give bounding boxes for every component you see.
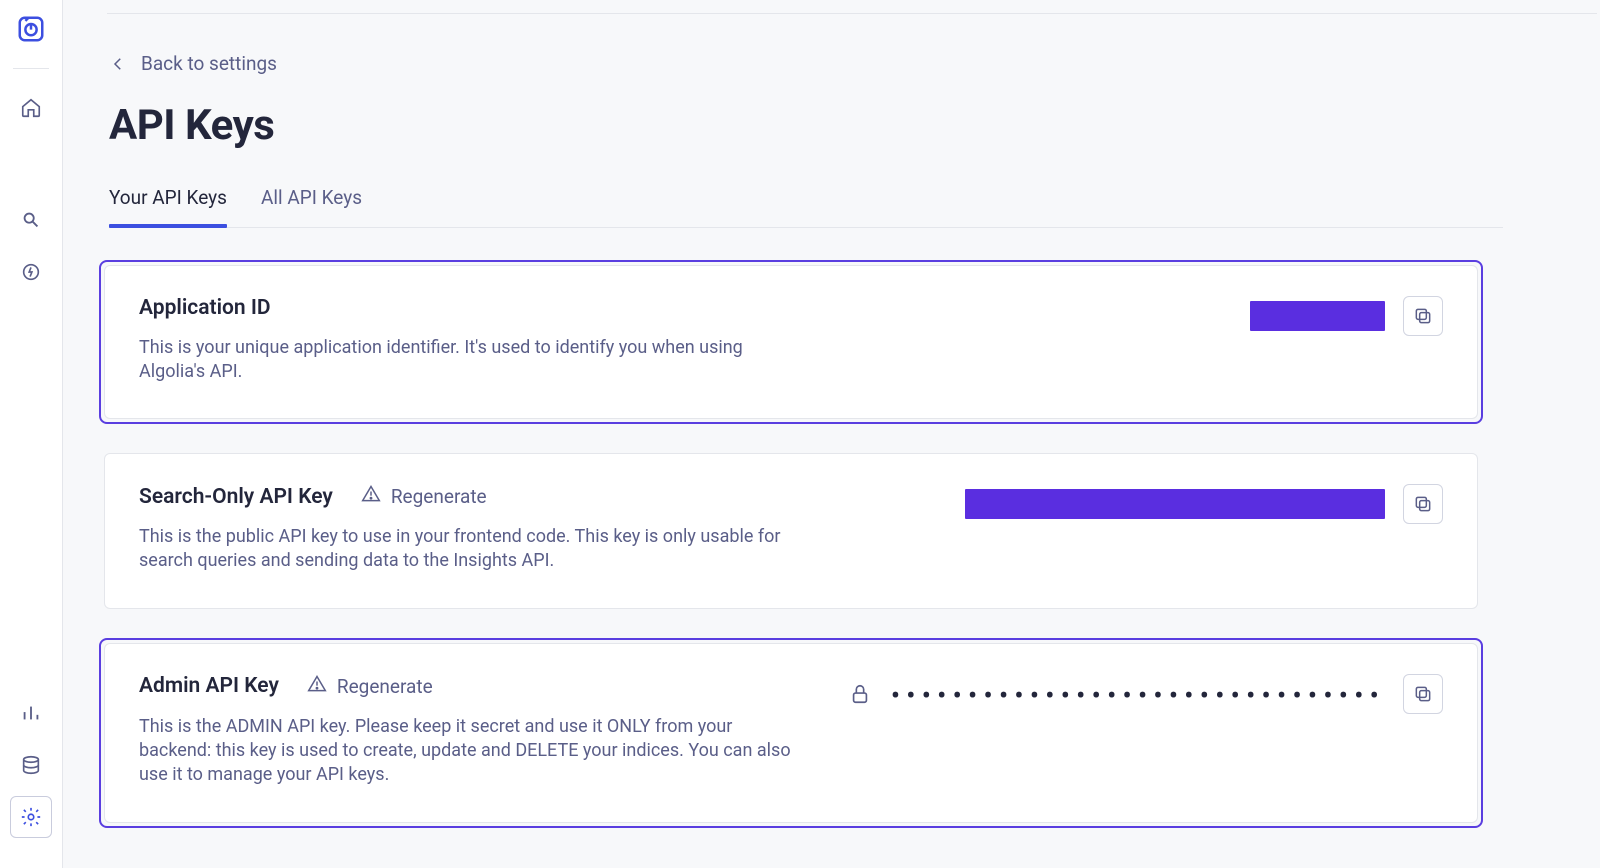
- sidebar: [0, 0, 63, 868]
- sidebar-item-analytics[interactable]: [10, 692, 52, 734]
- card-description: This is the public API key to use in you…: [139, 525, 809, 574]
- algolia-logo[interactable]: [16, 14, 46, 44]
- main-content: Back to settings API Keys Your API Keys …: [63, 0, 1600, 868]
- sidebar-item-search[interactable]: [10, 199, 52, 241]
- card-search-only-api-key: Search-Only API Key Regenerate This is t…: [104, 453, 1478, 609]
- application-id-value-redacted: [1250, 301, 1385, 331]
- copy-admin-key-button[interactable]: [1403, 674, 1443, 714]
- back-to-settings-link[interactable]: Back to settings: [109, 52, 277, 75]
- sidebar-item-home[interactable]: [10, 87, 52, 129]
- card-search-key-wrapper: Search-Only API Key Regenerate This is t…: [99, 448, 1483, 614]
- card-application-id: Application ID This is your unique appli…: [104, 265, 1478, 420]
- regenerate-admin-key-button[interactable]: Regenerate: [307, 674, 433, 699]
- copy-application-id-button[interactable]: [1403, 296, 1443, 336]
- card-admin-key-wrapper: Admin API Key Regenerate This is the ADM…: [99, 638, 1483, 828]
- sidebar-item-recommend[interactable]: [10, 251, 52, 293]
- tabs: Your API Keys All API Keys: [109, 186, 1503, 228]
- page-title: API Keys: [109, 101, 1600, 150]
- divider: [13, 68, 49, 69]
- regenerate-search-key-button[interactable]: Regenerate: [361, 484, 487, 509]
- card-title: Application ID: [139, 296, 271, 320]
- card-description: This is the ADMIN API key. Please keep i…: [139, 715, 809, 788]
- back-label: Back to settings: [141, 52, 277, 75]
- card-application-id-wrapper: Application ID This is your unique appli…: [99, 260, 1483, 425]
- card-title: Admin API Key: [139, 674, 279, 698]
- regenerate-label: Regenerate: [337, 675, 433, 698]
- warning-icon: [307, 674, 327, 699]
- search-key-value-redacted: [965, 489, 1385, 519]
- card-description: This is your unique application identifi…: [139, 336, 809, 385]
- copy-search-key-button[interactable]: [1403, 484, 1443, 524]
- regenerate-label: Regenerate: [391, 485, 487, 508]
- sidebar-item-settings[interactable]: [10, 796, 52, 838]
- sidebar-item-data[interactable]: [10, 744, 52, 786]
- tab-all-api-keys[interactable]: All API Keys: [261, 186, 362, 227]
- tab-your-api-keys[interactable]: Your API Keys: [109, 186, 227, 227]
- warning-icon: [361, 484, 381, 509]
- card-admin-api-key: Admin API Key Regenerate This is the ADM…: [104, 643, 1478, 823]
- lock-icon[interactable]: [847, 681, 873, 707]
- admin-key-masked-value: ••••••••••••••••••••••••••••••••: [891, 678, 1385, 710]
- card-title: Search-Only API Key: [139, 485, 333, 509]
